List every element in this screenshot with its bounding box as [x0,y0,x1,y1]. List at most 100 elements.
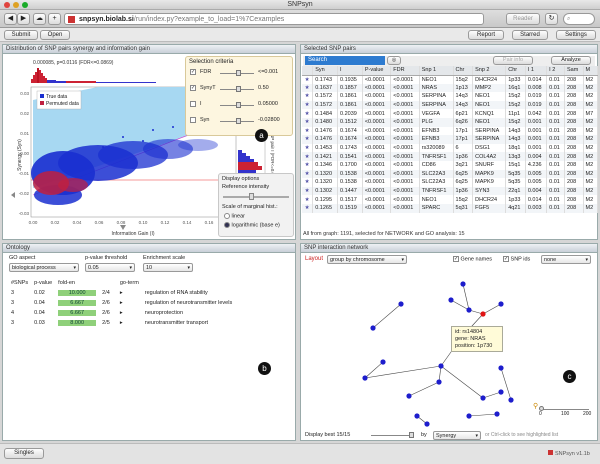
zoom-icon[interactable] [22,2,28,8]
star-icon[interactable]: ★ [302,83,314,93]
star-icon[interactable]: ★ [302,152,314,161]
network-node[interactable] [370,325,376,331]
table-row[interactable]: ★ 0.1637 0.1857 <0.0001 <0.0001 NRAS 1p13 MMP2 1… [302,83,599,93]
cloud-icon[interactable]: ☁ [33,13,46,25]
table-row[interactable]: ★ 0.1302 0.1447 <0.0001 <0.0001 TNFRSF1 1p36 SY… [302,186,599,196]
window-controls[interactable] [4,2,28,8]
column-header[interactable]: FDR [390,66,420,76]
column-header[interactable]: Sam [564,66,584,76]
network-node[interactable] [466,413,472,419]
layout-select[interactable]: group by chromosome [327,255,407,264]
expand-icon[interactable]: ▸ [118,299,141,307]
search-input[interactable]: Search [305,56,385,65]
search-go-icon[interactable]: ◎ [387,56,401,65]
criteria-checkbox[interactable] [190,101,196,107]
network-node[interactable] [480,395,486,401]
network-node[interactable] [498,389,504,395]
table-row[interactable]: ★ 0.1476 0.1674 <0.0001 <0.0001 EFNB3 17p1 SERP… [302,126,599,136]
by-select[interactable]: Synergy [433,431,481,440]
expand-icon[interactable]: ▸ [118,309,141,317]
enrichment-scale-select[interactable]: 10 [143,263,193,272]
network-node[interactable] [398,301,404,307]
criteria-checkbox[interactable]: ✓ [190,85,196,91]
column-header[interactable]: I [337,66,363,76]
table-row[interactable]: ★ 0.1320 0.1538 <0.0001 <0.0001 SLC22A3 6q25 MA… [302,169,599,179]
star-icon[interactable]: ★ [302,92,314,101]
starred-button[interactable]: Starred [512,30,548,40]
star-icon[interactable]: ★ [302,186,314,196]
network-node[interactable] [508,397,514,403]
network-node[interactable] [424,421,430,427]
expand-icon[interactable]: ▸ [118,289,141,297]
star-icon[interactable]: ★ [302,143,314,153]
table-row[interactable]: ★ 0.1572 0.1861 <0.0001 <0.0001 SERPINA 14q3 NE… [302,92,599,101]
table-row[interactable]: ★ 0.1453 0.1743 <0.0001 <0.0001 rs320089 6 DSG1… [302,143,599,153]
table-row[interactable]: ★ 0.1421 0.1541 <0.0001 <0.0001 TNFRSF1 1p36 CO… [302,152,599,161]
network-node[interactable] [406,393,412,399]
star-icon[interactable]: ★ [302,160,314,170]
network-node[interactable] [448,297,454,303]
network-node[interactable] [438,363,444,369]
forward-button[interactable]: ▶ [17,13,30,25]
criteria-slider-handle[interactable] [236,118,241,124]
reference-intensity-handle[interactable] [249,193,254,200]
minimize-icon[interactable] [13,2,19,8]
linear-radio[interactable]: linear [224,213,245,219]
star-icon[interactable]: ★ [302,100,314,110]
y-slider-handle[interactable] [11,192,15,198]
table-row[interactable]: ★ 0.1743 0.1935 <0.0001 <0.0001 NEO1 15q2 DHCR2… [302,75,599,84]
star-icon[interactable]: ★ [302,203,314,213]
display-best-handle[interactable] [409,432,414,438]
settings-button[interactable]: Settings [556,30,596,40]
refresh-icon[interactable]: ↻ [545,13,558,25]
criteria-slider-handle[interactable] [236,102,241,108]
zoom-slider[interactable] [541,409,589,410]
snp-ids-select[interactable]: none [541,255,591,264]
table-row[interactable]: ★ 0.1572 0.1861 <0.0001 <0.0001 SERPINA 14q3 NE… [302,100,599,110]
column-header[interactable]: P-value [362,66,392,76]
network-node[interactable] [414,413,420,419]
star-icon[interactable]: ★ [302,135,314,144]
column-header[interactable]: I 1 [525,66,548,76]
criteria-checkbox[interactable]: ✓ [190,69,196,75]
go-aspect-select[interactable]: biological process [9,263,79,272]
open-button[interactable]: Open [40,30,70,40]
table-row[interactable]: ★ 0.1295 0.1517 <0.0001 <0.0001 NEO1 15q2 DHCR2… [302,195,599,204]
add-bookmark-button[interactable]: + [48,13,61,25]
star-icon[interactable]: ★ [302,126,314,136]
column-header[interactable]: Chr [453,66,474,76]
browser-search-input[interactable]: ⌕ [563,13,595,25]
table-row[interactable]: ★ 0.1476 0.1674 <0.0001 <0.0001 EFNB3 17p1 SERP… [302,135,599,144]
back-button[interactable]: ◀ [4,13,17,25]
table-row[interactable]: ★ 0.1320 0.1538 <0.0001 <0.0001 SLC22A3 6q25 MA… [302,178,599,187]
column-header[interactable]: Snp 2 [472,66,507,76]
snp-ids-toggle[interactable]: ✓ SNP ids [503,256,530,262]
criteria-slider-handle[interactable] [236,86,241,92]
table-row[interactable]: ★ 0.1265 0.1519 <0.0001 <0.0001 SPARC 5q31 FGF5… [302,203,599,213]
network-node[interactable] [460,281,466,287]
star-icon[interactable]: ★ [302,75,314,84]
star-icon[interactable]: ★ [302,109,314,118]
snp-network-graph[interactable] [301,268,597,428]
ontology-row[interactable]: 3 0.03 8.000 2/5 ▸ neurotransmitter transport [9,319,234,327]
ontology-row[interactable]: 3 0.02 10.000 2/4 ▸ regulation of RNA stabili… [9,289,234,297]
network-node[interactable] [466,307,472,313]
column-header[interactable]: Chr [505,66,526,76]
column-header[interactable]: I 2 [546,66,565,76]
column-header[interactable]: M [583,66,599,76]
reference-intensity-slider[interactable] [223,196,289,198]
network-node[interactable] [498,365,504,371]
ontology-row[interactable]: 4 0.04 6.667 2/6 ▸ neuroprotection [9,309,234,317]
network-node[interactable] [436,379,442,385]
expand-icon[interactable]: ▸ [118,319,141,327]
network-node[interactable] [498,301,504,307]
url-input[interactable]: snpsyn.biolab.si/run/index.py?example_to… [64,13,484,25]
column-header[interactable]: Syn [312,66,339,76]
network-node[interactable] [362,375,368,381]
network-node[interactable] [480,311,486,317]
pair-info-button[interactable]: Pair info [493,56,533,65]
network-node[interactable] [380,359,386,365]
analyze-button[interactable]: Analyze [551,56,591,65]
close-icon[interactable] [4,2,10,8]
logarithmic-radio[interactable]: · logarithmic (base e) [224,222,280,228]
